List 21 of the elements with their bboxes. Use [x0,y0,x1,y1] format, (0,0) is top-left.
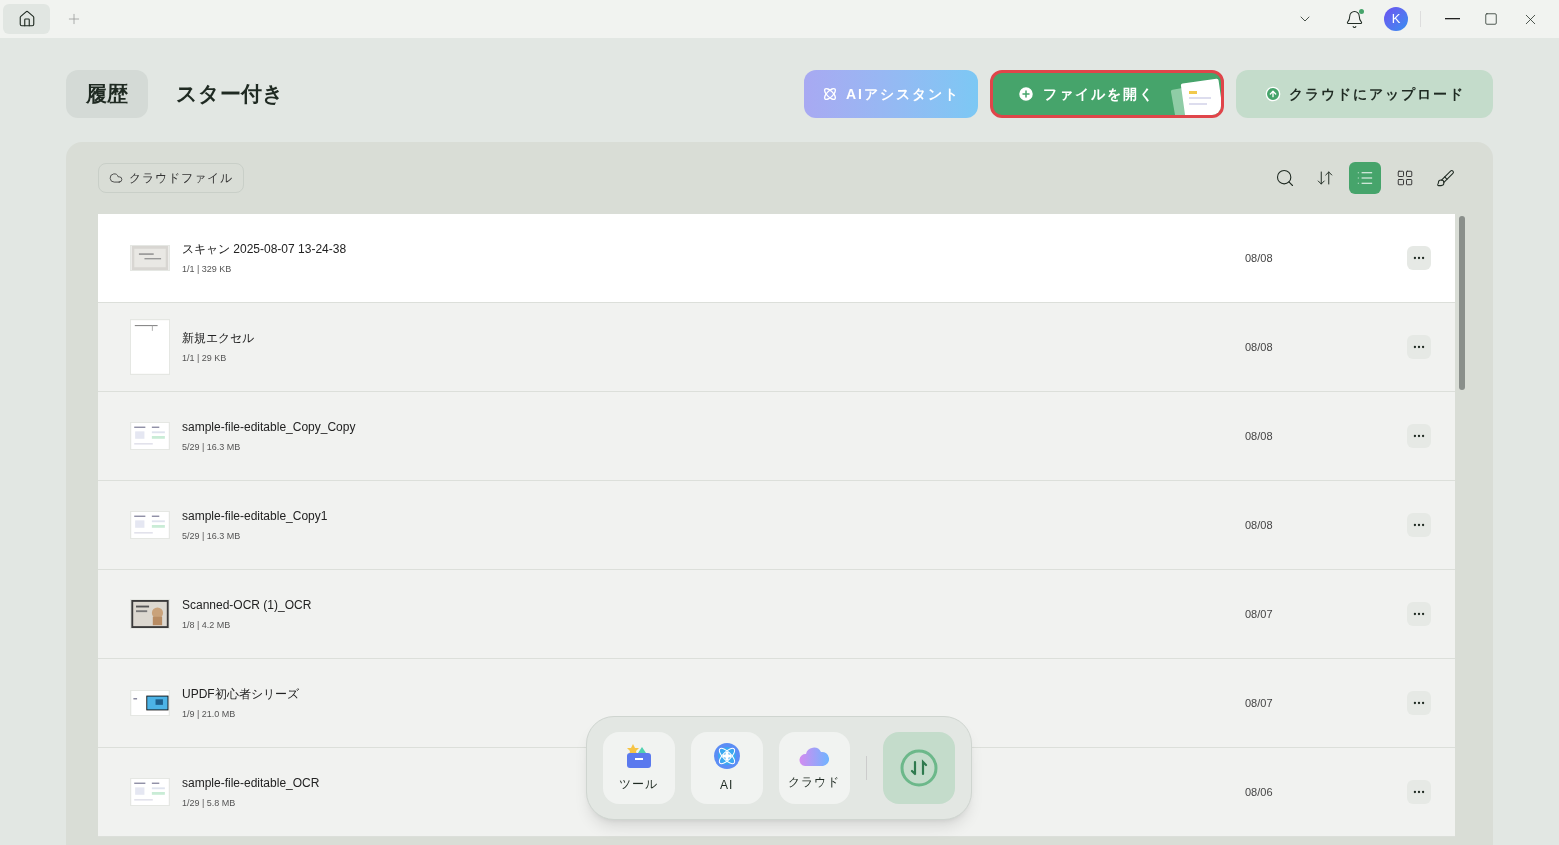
file-date: 08/07 [1245,606,1274,622]
file-date: 08/08 [1245,339,1274,355]
file-meta: 5/29 | 16.3 MB [182,529,241,543]
file-date: 08/08 [1245,517,1274,533]
file-name: sample-file-editable_OCR [182,774,320,792]
file-name: スキャン 2025-08-07 13-24-38 [182,240,347,258]
file-meta: 1/9 | 21.0 MB [182,707,236,721]
file-date: 08/08 [1245,428,1274,444]
file-meta: 1/29 | 5.8 MB [182,796,236,810]
file-meta: 5/29 | 16.3 MB [182,440,241,454]
file-date: 08/07 [1245,695,1274,711]
file-date: 08/06 [1245,784,1274,800]
file-meta: 1/1 | 29 KB [182,351,227,365]
file-name: UPDF初心者シリーズ [182,685,299,703]
file-name: sample-file-editable_Copy1 [182,507,328,525]
file-name: sample-file-editable_Copy_Copy [182,418,356,436]
file-meta: 1/8 | 4.2 MB [182,618,231,632]
file-meta: 1/1 | 329 KB [182,262,232,276]
file-name: 新規エクセル [182,329,254,347]
file-name: Scanned-OCR (1)_OCR [182,596,312,614]
file-date: 08/08 [1245,250,1274,266]
